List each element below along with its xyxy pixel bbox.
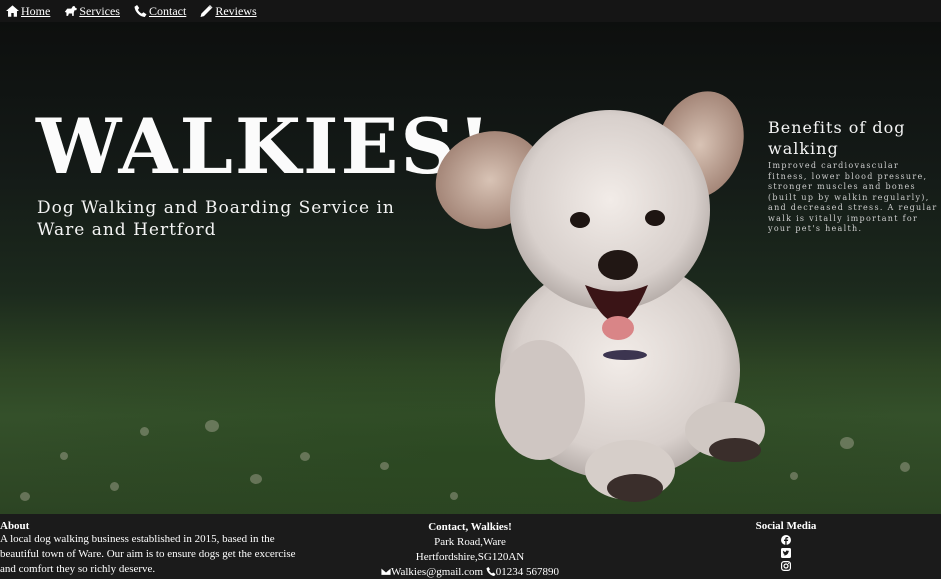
phone-icon [134, 5, 147, 17]
contact-details: Walkies@gmail.com 01234 567890 [370, 565, 570, 579]
dog-icon [65, 6, 78, 16]
footer-about: About A local dog walking business estab… [0, 520, 310, 577]
footer: About A local dog walking business estab… [0, 514, 941, 579]
footer-contact-heading: Contact, Walkies! [428, 521, 512, 533]
hero-section: WALKIES! Dog Walking and Boarding Servic… [0, 22, 941, 514]
email-link[interactable]: Walkies@gmail.com [391, 566, 483, 578]
nav-services-link[interactable]: Services [64, 4, 120, 19]
footer-social: Social Media [740, 520, 832, 571]
instagram-icon[interactable] [781, 561, 791, 571]
benefits-text: Improved cardiovascular fitness, lower b… [768, 161, 938, 233]
grass-flower [250, 474, 262, 484]
dog-photo [435, 91, 765, 502]
footer-social-heading: Social Media [755, 520, 817, 532]
grass-flower [900, 462, 910, 472]
twitter-icon[interactable] [781, 548, 791, 558]
grass-flower [790, 472, 798, 480]
nav-home-link[interactable]: Home [6, 4, 50, 19]
grass-flower [380, 462, 389, 470]
footer-contact: Contact, Walkies! Park Road,Ware Hertfor… [370, 520, 570, 579]
nav-contact-link[interactable]: Contact [134, 4, 186, 19]
grass-flower [140, 427, 149, 436]
grass-flower [20, 492, 30, 501]
grass-flower [60, 452, 68, 460]
nav-reviews-link[interactable]: Reviews [200, 3, 257, 19]
phone-icon [486, 567, 496, 576]
address-line-2: Hertfordshire,SG120AN [415, 551, 525, 563]
benefits-heading: Benefits of dog walking [768, 118, 906, 158]
footer-about-text: A local dog walking business established… [0, 533, 296, 575]
address-line-1: Park Road,Ware [434, 536, 506, 548]
envelope-icon [380, 567, 392, 576]
grass-flower [205, 420, 219, 432]
nav-services-label: Services [79, 3, 120, 18]
nav-home-label: Home [21, 3, 51, 18]
grass-flower [840, 437, 854, 449]
nav-contact-label: Contact [148, 3, 187, 18]
grass-flower [300, 452, 310, 461]
footer-about-heading: About [0, 520, 30, 532]
facebook-icon[interactable] [781, 535, 791, 545]
home-icon [6, 5, 19, 17]
benefits-panel: Benefits of dog walking Improved cardiov… [768, 117, 938, 235]
phone-number[interactable]: 01234 567890 [496, 566, 559, 578]
hero-title: WALKIES! [36, 102, 493, 191]
hero-subtitle: Dog Walking and Boarding Service in Ware… [37, 198, 395, 240]
nav-reviews-label: Reviews [215, 3, 257, 18]
top-nav: Home Services Contact Reviews [0, 0, 941, 22]
pencil-icon [200, 5, 213, 17]
grass-flower [110, 482, 119, 491]
